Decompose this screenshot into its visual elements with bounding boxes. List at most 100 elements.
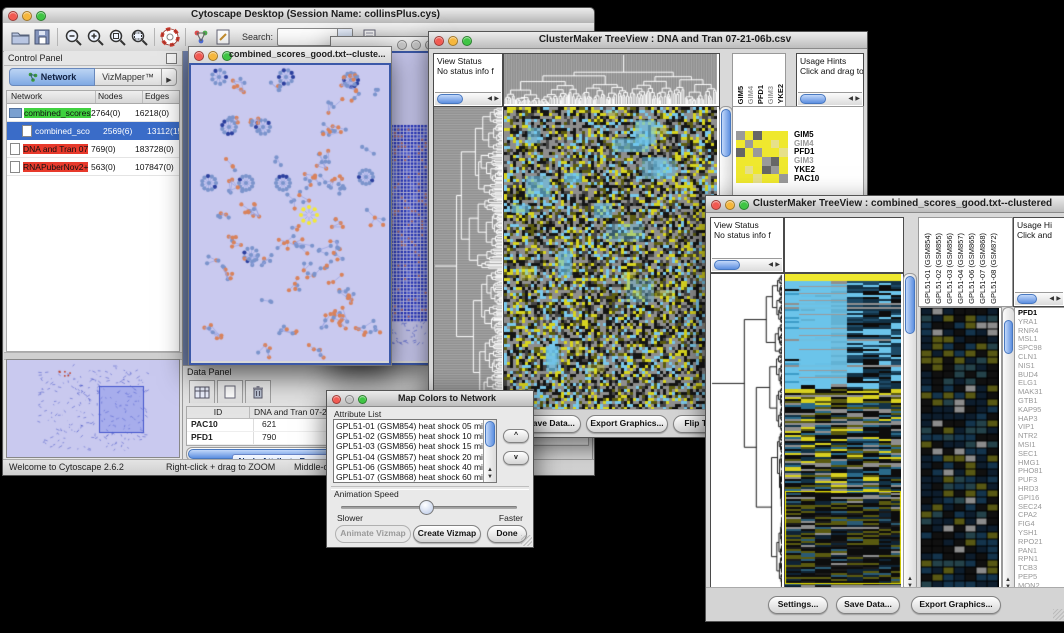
treeview1-titlebar[interactable]: ClusterMaker TreeView : DNA and Tran 07-… [429, 32, 867, 49]
matrix-cell[interactable] [736, 140, 745, 149]
matrix-cell[interactable] [745, 157, 754, 166]
matrix-cell[interactable] [779, 140, 788, 149]
matrix-cell[interactable] [753, 157, 762, 166]
scroll-up-icon[interactable]: ▲ [487, 467, 493, 473]
matrix-cell[interactable] [736, 157, 745, 166]
network-list-row[interactable]: DNA and Tran 07769(0)183728(0) [7, 140, 179, 158]
matrix-cell[interactable] [753, 131, 762, 140]
matrix-cell[interactable] [771, 174, 780, 183]
matrix-cell[interactable] [779, 174, 788, 183]
annotation-icon[interactable] [212, 26, 234, 48]
settings-button[interactable]: Settings... [768, 596, 828, 614]
animate-vizmap-button[interactable]: Animate Vizmap [335, 525, 411, 543]
view-status-scrollbar[interactable]: ◀ ▶ [712, 258, 782, 271]
matrix-cell[interactable] [762, 174, 771, 183]
matrix-cell[interactable] [762, 131, 771, 140]
save-session-icon[interactable] [31, 26, 53, 48]
zoom-out-icon[interactable] [62, 26, 84, 48]
attribute-list-item[interactable]: GPL51-06 (GSM865) heat shock 40 min [336, 462, 483, 472]
network-canvas-1[interactable] [191, 65, 389, 361]
zoom-selected-icon[interactable] [106, 26, 128, 48]
minimize-button[interactable] [208, 51, 218, 61]
scroll-right-icon[interactable]: ▶ [494, 96, 499, 102]
matrix-cell[interactable] [779, 131, 788, 140]
matrix-cell[interactable] [771, 157, 780, 166]
zoom-fit-icon[interactable] [128, 26, 150, 48]
matrix-cell[interactable] [771, 148, 780, 157]
scroll-left-icon[interactable]: ◀ [1049, 296, 1054, 302]
speed-slider-thumb[interactable] [419, 500, 434, 515]
network-overview-canvas[interactable] [7, 360, 179, 456]
cytoscape-titlebar[interactable]: Cytoscape Desktop (Session Name: collins… [3, 8, 594, 24]
scroll-down-icon[interactable]: ▼ [487, 474, 493, 480]
dialog-titlebar[interactable]: Map Colors to Network [327, 391, 533, 407]
minimize-button[interactable] [22, 11, 32, 21]
matrix-cell[interactable] [753, 140, 762, 149]
matrix-cell[interactable] [771, 140, 780, 149]
save-data-button[interactable]: Save Data... [836, 596, 900, 614]
matrix-cell[interactable] [753, 166, 762, 175]
export-graphics-button[interactable]: Export Graphics... [911, 596, 1001, 614]
matrix-cell[interactable] [762, 157, 771, 166]
delete-attribute-icon[interactable] [245, 380, 271, 403]
tab-vizmapper[interactable]: VizMapper™ [95, 68, 162, 86]
close-button[interactable] [711, 200, 721, 210]
matrix-cell[interactable] [753, 148, 762, 157]
col-header-nodes[interactable]: Nodes [96, 91, 143, 103]
network-overview-panel[interactable] [6, 359, 180, 458]
scroll-right-icon[interactable]: ▶ [855, 96, 860, 102]
matrix-cell[interactable] [745, 140, 754, 149]
resize-grip[interactable] [521, 535, 532, 546]
network-view-1[interactable] [189, 63, 391, 365]
scroll-right-icon[interactable]: ▶ [775, 262, 780, 268]
col-header-network[interactable]: Network [7, 91, 96, 103]
float-panel-icon[interactable] [166, 53, 177, 64]
close-button[interactable] [194, 51, 204, 61]
select-attributes-icon[interactable] [189, 380, 215, 403]
scroll-left-icon[interactable]: ◀ [768, 262, 773, 268]
move-up-button[interactable]: ^ [503, 429, 529, 443]
listbox-scrollbar[interactable]: ▲ ▼ [483, 420, 496, 482]
matrix-cell[interactable] [736, 166, 745, 175]
minimize-button[interactable] [411, 40, 421, 50]
matrix-cell[interactable] [762, 166, 771, 175]
treeview1-row-dendrogram[interactable] [433, 106, 505, 417]
scroll-up-icon[interactable]: ▲ [1005, 577, 1011, 583]
close-button[interactable] [332, 395, 341, 404]
attribute-list-item[interactable]: GPL51-04 (GSM857) heat shock 20 min [336, 452, 483, 462]
matrix-cell[interactable] [745, 131, 754, 140]
matrix-cell[interactable] [771, 131, 780, 140]
matrix-cell[interactable] [779, 166, 788, 175]
tab-overflow-button[interactable]: ▶ [162, 68, 177, 86]
scroll-left-icon[interactable]: ◀ [487, 96, 492, 102]
usage-hints-scrollbar[interactable]: ◀ ▶ [1015, 292, 1063, 305]
treeview2-vscrollbar[interactable]: ▲ ▼ [903, 273, 917, 592]
close-button[interactable] [434, 36, 444, 46]
treeview2-zoom-heatmap[interactable] [920, 307, 1002, 593]
scroll-left-icon[interactable]: ◀ [848, 96, 853, 102]
resize-grip[interactable] [1053, 609, 1064, 620]
network-list-row[interactable]: combined_sco2569(6)13112(15) [7, 122, 179, 140]
zoom-in-icon[interactable] [84, 26, 106, 48]
scroll-right-icon[interactable]: ▶ [1056, 296, 1061, 302]
matrix-cell[interactable] [753, 174, 762, 183]
matrix-cell[interactable] [736, 131, 745, 140]
attribute-list-item[interactable]: GPL51-01 (GSM854) heat shock 05 min [336, 421, 483, 431]
close-button[interactable] [397, 40, 407, 50]
new-attribute-icon[interactable] [217, 380, 243, 403]
matrix-cell[interactable] [771, 166, 780, 175]
treeview2-row-dendrogram[interactable] [710, 273, 785, 592]
minimize-button[interactable] [345, 395, 354, 404]
create-vizmap-button[interactable]: Create Vizmap [413, 525, 481, 543]
matrix-cell[interactable] [779, 157, 788, 166]
matrix-cell[interactable] [745, 166, 754, 175]
attribute-list-item[interactable]: GPL51-03 (GSM856) heat shock 15 min [336, 441, 483, 451]
close-button[interactable] [8, 11, 18, 21]
view-status-scrollbar[interactable]: ◀ ▶ [435, 92, 501, 105]
matrix-cell[interactable] [779, 148, 788, 157]
tab-network[interactable]: Network [9, 68, 95, 86]
treeview1-column-dendrogram[interactable] [503, 53, 720, 107]
vizmapper-icon[interactable] [190, 26, 212, 48]
minimize-button[interactable] [448, 36, 458, 46]
open-session-icon[interactable] [9, 26, 31, 48]
